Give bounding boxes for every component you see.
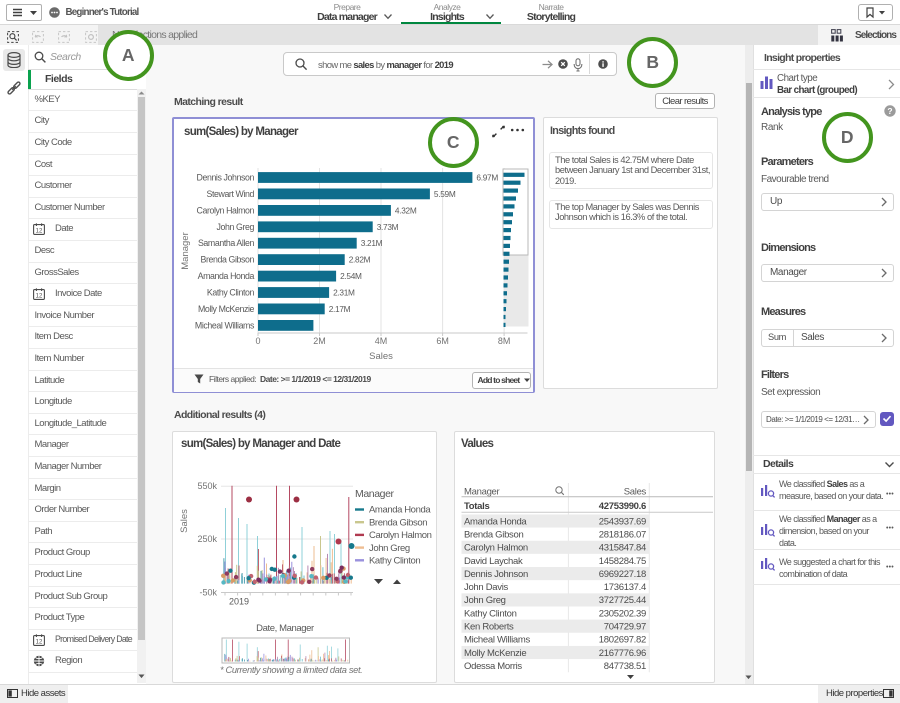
- svg-text:John Greg: John Greg: [217, 222, 255, 232]
- svg-text:2.82M: 2.82M: [349, 255, 371, 265]
- svg-text:Carolyn Halmon: Carolyn Halmon: [464, 543, 528, 554]
- svg-text:Brenda Gibson: Brenda Gibson: [464, 529, 523, 540]
- svg-text:Totals: Totals: [464, 501, 489, 512]
- svg-text:Micheal Williams: Micheal Williams: [195, 320, 255, 330]
- svg-text:12: 12: [36, 639, 43, 645]
- svg-text:Stewart Wind: Stewart Wind: [206, 189, 254, 199]
- svg-text:Odessa Morris: Odessa Morris: [464, 661, 522, 672]
- svg-text:Kathy Clinton: Kathy Clinton: [369, 556, 420, 567]
- svg-text:Manager: Manager: [464, 486, 500, 497]
- svg-text:2.54M: 2.54M: [340, 271, 362, 281]
- svg-text:John Davis: John Davis: [464, 582, 509, 593]
- svg-text:* Currently showing a limited: * Currently showing a limited data set.: [220, 665, 362, 675]
- svg-text:Carolyn Halmon: Carolyn Halmon: [369, 530, 432, 541]
- svg-text:Amanda Honda: Amanda Honda: [198, 271, 255, 281]
- svg-text:John Greg: John Greg: [369, 543, 410, 554]
- svg-text:Sales: Sales: [179, 509, 190, 533]
- svg-text:1736137.4: 1736137.4: [604, 582, 646, 593]
- svg-text:Brenda Gibson: Brenda Gibson: [201, 255, 255, 265]
- svg-text:2543937.69: 2543937.69: [599, 516, 646, 527]
- svg-text:6M: 6M: [436, 336, 449, 346]
- svg-text:250k: 250k: [197, 534, 217, 544]
- svg-text:6.97M: 6.97M: [476, 173, 498, 183]
- svg-text:Dennis Johnson: Dennis Johnson: [197, 173, 255, 183]
- svg-text:2019: 2019: [229, 597, 249, 607]
- svg-text:704729.97: 704729.97: [604, 622, 646, 633]
- svg-text:42753990.6: 42753990.6: [599, 501, 646, 512]
- svg-text:Kathy Clinton: Kathy Clinton: [464, 608, 517, 619]
- svg-text:David Laychak: David Laychak: [464, 556, 523, 567]
- svg-text:Amanda Honda: Amanda Honda: [369, 505, 431, 516]
- svg-text:2.31M: 2.31M: [333, 288, 355, 298]
- svg-text:Date, Manager: Date, Manager: [256, 623, 314, 634]
- svg-text:Manager: Manager: [355, 488, 395, 500]
- svg-text:Molly McKenzie: Molly McKenzie: [464, 648, 526, 659]
- svg-text:Amanda Honda: Amanda Honda: [464, 516, 527, 527]
- svg-text:6969227.18: 6969227.18: [599, 569, 646, 580]
- svg-text:3.21M: 3.21M: [361, 238, 383, 248]
- svg-text:2818186.07: 2818186.07: [599, 529, 646, 540]
- svg-text:Brenda Gibson: Brenda Gibson: [369, 517, 427, 528]
- svg-text:4.32M: 4.32M: [395, 205, 417, 215]
- svg-text:Molly McKenzie: Molly McKenzie: [198, 304, 255, 314]
- svg-text:2.17M: 2.17M: [329, 304, 351, 314]
- svg-text:Dennis Johnson: Dennis Johnson: [464, 569, 528, 580]
- svg-text:Sales: Sales: [369, 351, 393, 362]
- svg-text:12: 12: [36, 228, 43, 234]
- svg-text:-50k: -50k: [199, 588, 217, 598]
- svg-text:1802697.82: 1802697.82: [599, 635, 646, 646]
- svg-text:4315847.84: 4315847.84: [599, 543, 646, 554]
- svg-text:Manager: Manager: [180, 232, 191, 270]
- svg-text:8M: 8M: [498, 336, 511, 346]
- svg-text:Ken Roberts: Ken Roberts: [464, 622, 514, 633]
- svg-text:Kathy Clinton: Kathy Clinton: [207, 288, 255, 298]
- svg-text:?: ?: [887, 106, 892, 116]
- svg-text:2305202.39: 2305202.39: [599, 608, 646, 619]
- svg-text:5.59M: 5.59M: [434, 189, 456, 199]
- svg-text:4M: 4M: [375, 336, 388, 346]
- svg-text:Carolyn Halmon: Carolyn Halmon: [197, 205, 255, 215]
- svg-text:3727725.44: 3727725.44: [599, 595, 646, 606]
- svg-text:2M: 2M: [313, 336, 326, 346]
- svg-text:3.73M: 3.73M: [377, 222, 399, 232]
- svg-text:847738.51: 847738.51: [604, 661, 646, 672]
- svg-text:12: 12: [36, 293, 43, 299]
- svg-text:Micheal Williams: Micheal Williams: [464, 635, 530, 646]
- svg-text:Samantha Allen: Samantha Allen: [198, 238, 255, 248]
- svg-text:Sales: Sales: [624, 486, 647, 497]
- svg-text:John Greg: John Greg: [464, 595, 506, 606]
- svg-text:1458284.75: 1458284.75: [599, 556, 646, 567]
- svg-text:550k: 550k: [197, 481, 217, 491]
- svg-text:2167776.96: 2167776.96: [599, 648, 646, 659]
- svg-text:0: 0: [255, 336, 260, 346]
